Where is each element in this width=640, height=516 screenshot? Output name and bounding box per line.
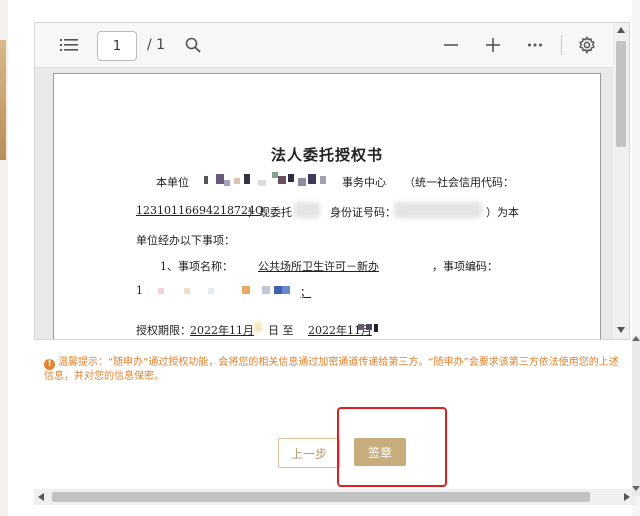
doc-id-label: 身份证号码： [330,206,396,219]
dialog-scroll-down-icon[interactable] [632,486,640,491]
scroll-down-arrow-icon[interactable] [617,327,625,333]
list-icon[interactable] [57,33,81,57]
zoom-in-icon[interactable] [481,33,505,57]
doc-line-5-suffix: ； [300,286,311,299]
doc-line-3: 单位经办以下事项： [136,234,235,247]
scroll-left-arrow-icon[interactable] [38,493,44,501]
doc-start-date: 2022年11月 [190,324,254,337]
more-icon[interactable] [523,33,547,57]
document-title: 法人委托授权书 [270,146,383,164]
dialog-vertical-scrollbar[interactable] [632,336,640,496]
page-total: / 1 [147,37,166,53]
info-icon: ! [44,359,55,370]
sign-button-highlight [337,407,447,487]
document-page: 法人委托授权书 本单位 事务中心 （统一社会信用代码： 123101166942… [53,73,601,339]
doc-line-4-suffix: ，事项编码： [432,260,498,273]
pdf-toolbar: 1 / 1 [35,23,613,68]
doc-line-5-prefix: 1 [136,284,143,297]
settings-icon[interactable] [575,33,599,57]
previous-step-button[interactable]: 上一步 [278,438,340,468]
zoom-out-icon[interactable] [439,33,463,57]
doc-line-2-mid: ）现委托 [248,206,292,219]
dialog-scroll-up-icon[interactable] [632,336,640,341]
scroll-up-arrow-icon[interactable] [617,27,625,33]
redacted-end-day [358,324,378,332]
doc-line-1-prefix: 本单位 [156,176,189,189]
horizontal-scrollbar[interactable] [34,489,636,505]
doc-line-1-suffix: （统一社会信用代码： [404,176,514,189]
viewer-scroll-thumb[interactable] [616,41,626,147]
doc-line-1-mid: 事务中心 [342,176,386,189]
doc-line-4-prefix: 1、事项名称： [160,260,233,273]
page-number-input[interactable]: 1 [97,31,137,61]
doc-line-2-suffix: ）为本 [486,206,519,219]
background-decoration [0,40,6,160]
doc-item-name: 公共场所卫生许可－新办 [258,260,379,273]
redacted-start-day [254,322,262,332]
authorization-dialog: 1 / 1 法人委托授权书 本单位 事务中心 （统一社会信用代码： 123101… [14,0,636,516]
doc-line-6-prefix: 授权期限： [136,324,191,337]
notice-text: 温馨提示：“随申办”通过授权功能，会将您的相关信息通过加密通道传递给第三方。“随… [44,357,619,382]
toolbar-divider [561,35,562,55]
pdf-viewer: 1 / 1 法人委托授权书 本单位 事务中心 （统一社会信用代码： 123101… [34,22,630,340]
horizontal-scroll-thumb[interactable] [52,492,590,502]
redacted-item-code [158,286,290,294]
doc-credit-code: 12310116694218724Q [136,204,264,217]
scroll-right-arrow-icon[interactable] [624,493,630,501]
redacted-unit-name [204,172,326,186]
doc-line-6-mid: 日 至 [268,324,294,337]
redacted-agent-name [294,202,320,218]
viewer-vertical-scrollbar[interactable] [613,23,629,339]
redacted-id-number [394,202,482,218]
search-icon[interactable] [181,33,205,57]
notice: ! 温馨提示：“随申办”通过授权功能，会将您的相关信息通过加密通道传递给第三方。“… [44,356,626,384]
